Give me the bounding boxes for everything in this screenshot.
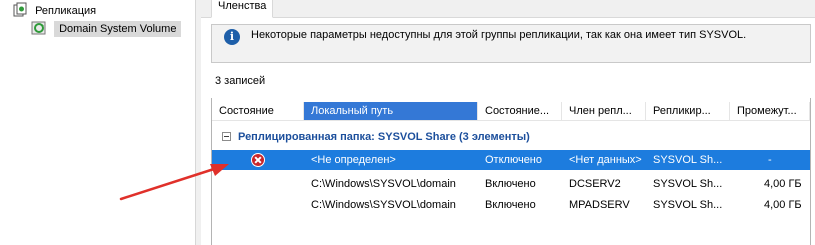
column-header-local-path[interactable]: Локальный путь <box>304 102 478 120</box>
cell-local-path: <Не определен> <box>311 154 396 166</box>
column-header-staging[interactable]: Промежут... <box>730 102 810 120</box>
info-text: Некоторые параметры недоступны для этой … <box>251 29 747 41</box>
tree-item-replication[interactable]: Репликация <box>12 2 96 20</box>
navigation-tree: Репликация Domain System Volume <box>0 0 195 245</box>
cell-state: Отключено <box>485 154 542 166</box>
cell-replicated-folder: SYSVOL Sh... <box>653 154 723 166</box>
column-header-member[interactable]: Член репл... <box>562 102 646 120</box>
replication-icon <box>12 2 28 18</box>
error-icon <box>251 153 265 167</box>
cell-local-path: C:\Windows\SYSVOL\domain <box>311 178 456 190</box>
details-pane: Членства i Некоторые параметры недоступн… <box>201 0 815 245</box>
info-icon: i <box>224 29 240 45</box>
cell-state: Включено <box>485 199 536 211</box>
tree-item-label: Domain System Volume <box>54 21 182 38</box>
cell-replicated-folder: SYSVOL Sh... <box>653 199 723 211</box>
column-header-state[interactable]: Состояние... <box>478 102 562 120</box>
record-count: 3 записей <box>215 75 266 87</box>
table-row[interactable]: <Не определен> Отключено <Нет данных> SY… <box>212 150 810 170</box>
column-header-status[interactable]: Состояние <box>212 102 304 120</box>
column-header-replicated-folder[interactable]: Репликир... <box>646 102 730 120</box>
column-header-row: Состояние Локальный путь Состояние... Чл… <box>212 102 810 121</box>
cell-replicated-folder: SYSVOL Sh... <box>653 178 723 190</box>
cell-staging: - <box>768 154 772 166</box>
cell-staging: 4,00 ГБ <box>764 178 802 190</box>
cell-state: Включено <box>485 178 536 190</box>
tab-memberships[interactable]: Членства <box>211 0 274 18</box>
group-label: Реплицированная папка: SYSVOL Share (3 э… <box>238 131 530 143</box>
cell-local-path: C:\Windows\SYSVOL\domain <box>311 199 456 211</box>
membership-list[interactable]: Состояние Локальный путь Состояние... Чл… <box>211 98 811 245</box>
cell-staging: 4,00 ГБ <box>764 199 802 211</box>
info-banner: i Некоторые параметры недоступны для это… <box>211 24 811 63</box>
table-row[interactable]: C:\Windows\SYSVOL\domain Включено MPADSE… <box>212 195 810 215</box>
tree-item-domain-system-volume[interactable]: Domain System Volume <box>31 20 182 38</box>
cell-member: DCSERV2 <box>569 178 621 190</box>
tab-strip: Членства <box>201 0 815 18</box>
collapse-icon[interactable] <box>222 132 231 141</box>
cell-member: MPADSERV <box>569 199 630 211</box>
replication-group-icon <box>31 20 47 36</box>
table-row[interactable]: C:\Windows\SYSVOL\domain Включено DCSERV… <box>212 174 810 194</box>
cell-member: <Нет данных> <box>569 154 642 166</box>
group-header[interactable]: Реплицированная папка: SYSVOL Share (3 э… <box>212 127 810 147</box>
tree-item-label: Репликация <box>35 5 97 18</box>
